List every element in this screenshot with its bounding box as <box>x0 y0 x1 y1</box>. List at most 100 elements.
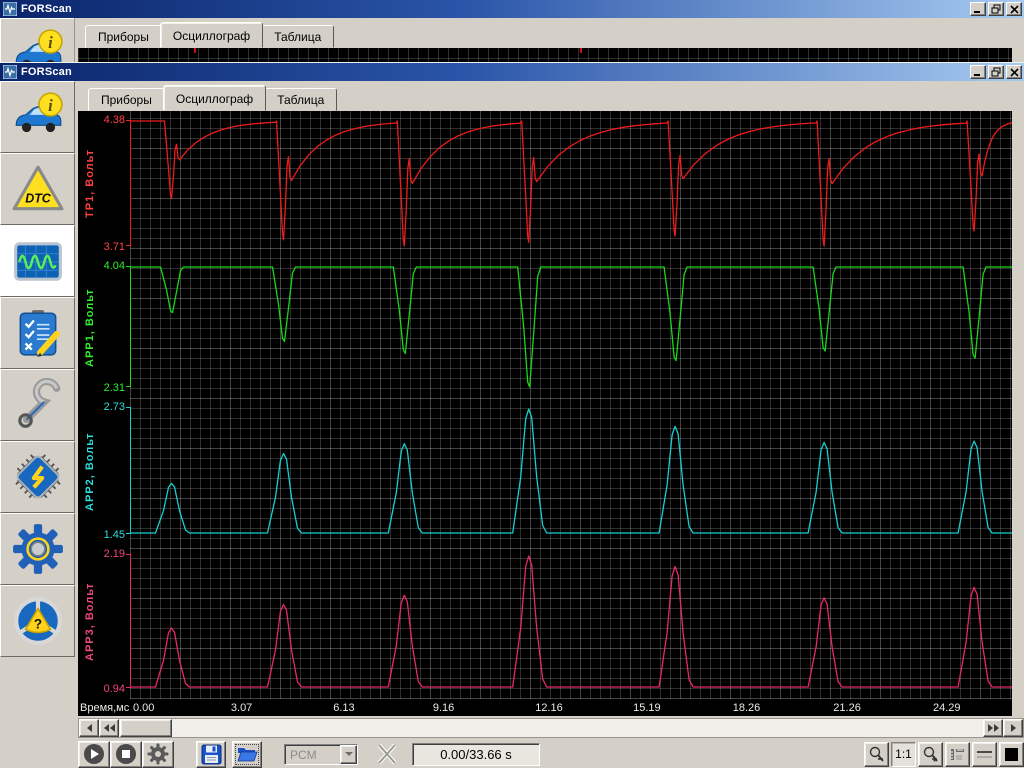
back-sidebar-item-vehicle-info[interactable]: i <box>0 18 74 62</box>
tab-bar: Приборы Осциллограф Таблица <box>88 85 1024 111</box>
back-tab-oscillograf[interactable]: Осциллограф <box>159 22 264 48</box>
cross-disabled-icon <box>377 744 397 765</box>
save-button[interactable] <box>196 740 226 768</box>
channel-app1: APP1, Вольт 4.04 2.31 <box>78 257 1012 398</box>
car-info-icon: i <box>15 92 63 133</box>
channel-label: APP1, Вольт <box>84 288 96 367</box>
sidebar-item-oscilloscope[interactable] <box>0 225 75 297</box>
scale-1-1-button[interactable]: 1:1 <box>891 741 916 767</box>
scroll-step-left-button[interactable] <box>79 718 99 737</box>
minimize-icon <box>974 74 980 76</box>
scope-plot: TP1, Вольт 4.38 3.71 APP1, Вольт 4.04 2.… <box>78 111 1012 699</box>
sidebar-item-programming[interactable] <box>0 441 75 513</box>
restore-icon <box>991 4 1001 14</box>
combo-dropdown-button[interactable] <box>340 744 357 764</box>
back-close-button[interactable] <box>1006 2 1022 16</box>
x-tick-label: 21.26 <box>833 702 861 714</box>
car-info-icon: i <box>15 29 63 62</box>
help-glyph: ? <box>33 616 41 631</box>
waveform-app1 <box>130 266 1012 388</box>
steering-wheel-question-icon: ? <box>13 597 62 645</box>
waveform-app3 <box>130 555 1012 688</box>
oscilloscope-icon <box>13 242 62 281</box>
zoom-out-button[interactable] <box>864 741 889 767</box>
arrow-left-icon <box>86 723 92 732</box>
channel-min-value: 0.94 <box>103 683 125 695</box>
scrollbar-track[interactable] <box>172 719 983 737</box>
x-tick-label: 12.16 <box>535 702 563 714</box>
back-tab-tablica[interactable]: Таблица <box>261 25 335 48</box>
sidebar-item-vehicle-info[interactable]: i <box>0 81 75 153</box>
channel-max-value: 2.73 <box>103 401 125 413</box>
arrow-left-icon <box>103 723 109 732</box>
back-tab-bar: Приборы Осциллограф Таблица <box>85 22 1024 48</box>
back-minimize-button[interactable] <box>970 2 986 16</box>
sidebar-item-dtc[interactable]: DTC <box>0 153 75 225</box>
play-button[interactable] <box>78 740 110 768</box>
module-select-value: PCM <box>290 747 317 762</box>
scroll-page-right-button[interactable] <box>983 718 1003 737</box>
magnifier-plus-icon <box>923 746 938 762</box>
record-settings-button[interactable] <box>142 740 174 768</box>
tab-tablica[interactable]: Таблица <box>264 88 338 111</box>
channel-max-value: 4.38 <box>103 114 125 126</box>
x-axis-label: Время,мс <box>80 702 130 714</box>
x-tick-label: 18.26 <box>732 702 761 714</box>
load-button[interactable] <box>232 740 262 768</box>
minimize-icon <box>974 11 980 13</box>
x-tick-label: 15.19 <box>633 702 661 714</box>
back-window-content: Приборы Осциллограф Таблица <box>75 18 1024 62</box>
bottom-toolbar: PCM 0.00/33.66 s 1:1 <box>78 740 1024 768</box>
lines-icon <box>977 750 992 758</box>
restore-icon <box>991 67 1001 77</box>
open-folder-icon <box>237 748 258 762</box>
waveform-tp1 <box>130 120 1012 247</box>
tab-pribory[interactable]: Приборы <box>88 88 165 111</box>
sidebar-item-service[interactable] <box>0 369 75 441</box>
screen: FORScan i Приборы Осциллограф Таблица FO… <box>0 0 1024 768</box>
magnifier-minus-icon <box>869 746 884 762</box>
chevron-down-icon <box>344 752 353 757</box>
channel-min-value: 1.45 <box>103 529 125 541</box>
line-style-button[interactable] <box>972 741 997 767</box>
minimize-button[interactable] <box>970 65 986 79</box>
forscan-app-icon <box>3 2 17 16</box>
trace-fragment <box>194 48 196 53</box>
back-titlebar[interactable]: FORScan <box>0 0 1024 18</box>
tab-oscillograf[interactable]: Осциллограф <box>162 85 267 111</box>
trace-fragment <box>580 48 582 53</box>
arrow-right-icon <box>987 723 993 732</box>
sidebar-item-tests[interactable] <box>0 297 75 369</box>
zoom-in-button[interactable] <box>918 741 943 767</box>
channel-label: APP3, Вольт <box>84 582 96 662</box>
titlebar[interactable]: FORScan <box>0 63 1024 81</box>
play-icon <box>84 744 104 765</box>
x-tick-label: 9.16 <box>432 702 455 714</box>
scrollbar-thumb[interactable] <box>120 718 172 737</box>
background-color-button[interactable] <box>999 741 1024 767</box>
main-area: Приборы Осциллограф Таблица TP1, Вольт 4… <box>75 81 1024 768</box>
stop-icon <box>116 744 136 765</box>
horizontal-scrollbar[interactable] <box>78 717 1024 738</box>
back-restore-button[interactable] <box>988 2 1004 16</box>
scroll-step-right-button[interactable] <box>1003 718 1023 737</box>
rulers-button[interactable] <box>945 741 970 767</box>
close-button[interactable] <box>1006 65 1022 79</box>
window-title: FORScan <box>21 66 72 78</box>
module-select[interactable]: PCM <box>284 743 358 765</box>
sidebar-item-settings[interactable] <box>0 513 75 585</box>
back-window-title: FORScan <box>21 3 72 15</box>
clear-button[interactable] <box>374 741 400 767</box>
channel-label: APP2, Вольт <box>84 432 96 511</box>
sidebar: i DTC ? <box>0 81 75 768</box>
sidebar-item-help[interactable]: ? <box>0 585 75 657</box>
scroll-page-left-button[interactable] <box>99 718 119 737</box>
stop-button[interactable] <box>110 740 142 768</box>
channel-max-value: 4.04 <box>103 260 125 272</box>
x-tick-label: 0.00 <box>133 702 155 714</box>
arrow-left-icon <box>109 723 115 732</box>
back-tab-pribory[interactable]: Приборы <box>85 25 162 48</box>
chip-icon <box>14 454 61 499</box>
restore-button[interactable] <box>988 65 1004 79</box>
channel-min-value: 3.71 <box>103 241 125 253</box>
